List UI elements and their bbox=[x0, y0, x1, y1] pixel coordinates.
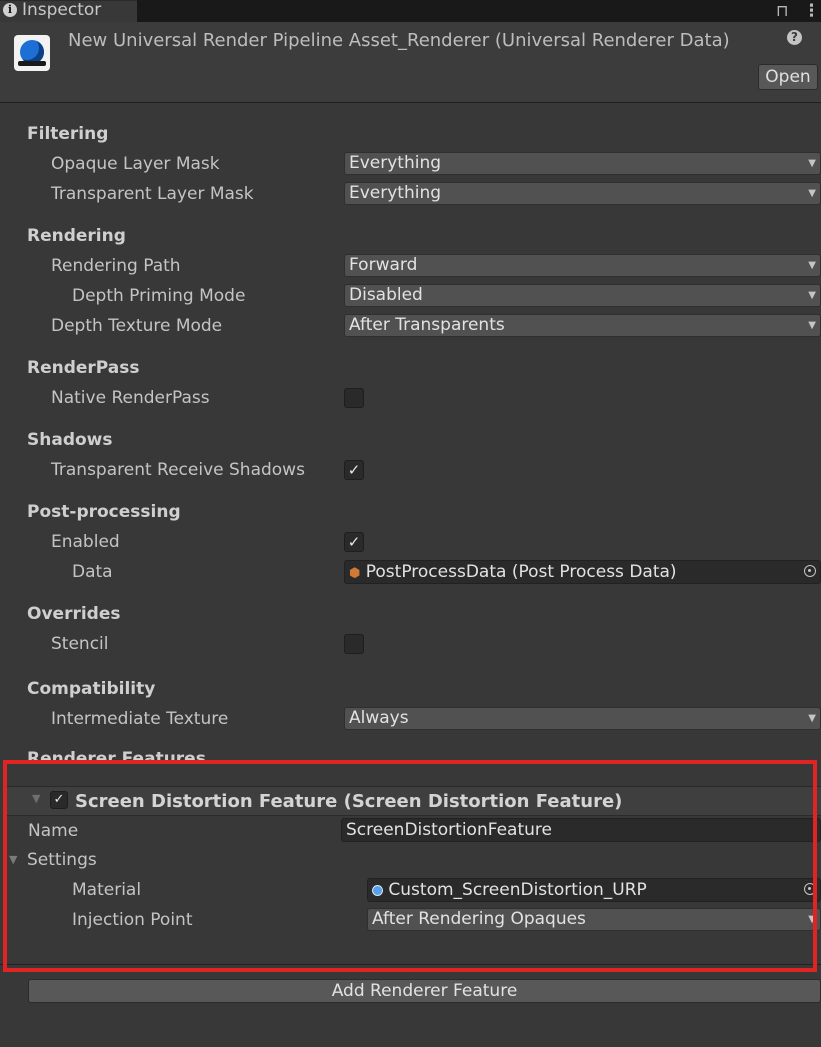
depth-priming-mode-dropdown[interactable]: Disabled ▼ bbox=[344, 284, 821, 307]
native-renderpass-label: Native RenderPass bbox=[51, 388, 210, 408]
depth-texture-mode-value: After Transparents bbox=[349, 315, 505, 335]
rendering-path-label: Rendering Path bbox=[51, 256, 181, 276]
add-renderer-feature-button[interactable]: Add Renderer Feature bbox=[28, 979, 821, 1003]
section-post-processing[interactable]: Post-processing bbox=[27, 502, 181, 522]
injection-point-value: After Rendering Opaques bbox=[372, 909, 586, 929]
render-pipeline-asset-icon bbox=[14, 35, 50, 71]
transparent-layer-mask-label: Transparent Layer Mask bbox=[51, 184, 254, 204]
stencil-label: Stencil bbox=[51, 634, 109, 654]
asset-title: New Universal Render Pipeline Asset_Rend… bbox=[68, 30, 730, 51]
intermediate-texture-dropdown[interactable]: Always ▼ bbox=[344, 707, 821, 730]
depth-priming-mode-label: Depth Priming Mode bbox=[72, 286, 246, 306]
info-icon: i bbox=[3, 3, 17, 17]
injection-point-dropdown[interactable]: After Rendering Opaques ▼ bbox=[367, 908, 821, 931]
section-compatibility[interactable]: Compatibility bbox=[27, 679, 155, 699]
tab-inspector[interactable]: i Inspector bbox=[0, 0, 137, 22]
tab-bar: i Inspector ⊓ ⋮ bbox=[0, 0, 821, 22]
feature-enabled-checkbox[interactable]: ✓ bbox=[50, 791, 68, 809]
stencil-checkbox[interactable] bbox=[344, 634, 364, 654]
dropdown-arrow-icon: ▼ bbox=[808, 158, 816, 169]
injection-point-label: Injection Point bbox=[72, 910, 193, 930]
kebab-menu-icon[interactable]: ⋮ bbox=[803, 1, 820, 21]
material-label: Material bbox=[72, 880, 142, 900]
transparent-layer-mask-dropdown[interactable]: Everything ▼ bbox=[344, 182, 821, 205]
dropdown-arrow-icon: ▼ bbox=[808, 713, 816, 724]
opaque-layer-mask-value: Everything bbox=[349, 153, 442, 173]
native-renderpass-checkbox[interactable] bbox=[344, 388, 364, 408]
tab-label: Inspector bbox=[22, 0, 102, 20]
rendering-path-value: Forward bbox=[349, 255, 418, 275]
depth-texture-mode-label: Depth Texture Mode bbox=[51, 316, 223, 336]
dropdown-arrow-icon: ▼ bbox=[808, 914, 816, 925]
intermediate-texture-label: Intermediate Texture bbox=[51, 709, 229, 729]
material-object-field[interactable]: Custom_ScreenDistortion_URP bbox=[367, 878, 821, 902]
object-picker-icon[interactable] bbox=[804, 883, 816, 895]
opaque-layer-mask-dropdown[interactable]: Everything ▼ bbox=[344, 152, 821, 175]
checkmark-icon: ✓ bbox=[347, 461, 361, 479]
material-icon bbox=[372, 885, 383, 896]
checkmark-icon: ✓ bbox=[53, 792, 65, 807]
post-process-data-icon: ⬢ bbox=[349, 566, 361, 581]
intermediate-texture-value: Always bbox=[349, 708, 409, 728]
transparent-receive-shadows-checkbox[interactable]: ✓ bbox=[344, 460, 364, 480]
feature-menu-icon[interactable]: ⋮ bbox=[806, 790, 821, 810]
foldout-arrow-icon[interactable]: ▼ bbox=[32, 792, 40, 805]
pp-data-label: Data bbox=[72, 562, 113, 582]
rendering-path-dropdown[interactable]: Forward ▼ bbox=[344, 254, 821, 277]
dropdown-arrow-icon: ▼ bbox=[808, 260, 816, 271]
dropdown-arrow-icon: ▼ bbox=[808, 188, 816, 199]
material-value: Custom_ScreenDistortion_URP bbox=[388, 880, 647, 900]
open-button[interactable]: Open bbox=[758, 64, 818, 90]
section-filtering[interactable]: Filtering bbox=[27, 124, 108, 144]
depth-priming-mode-value: Disabled bbox=[349, 285, 423, 305]
pp-data-object-field[interactable]: ⬢ PostProcessData (Post Process Data) bbox=[344, 560, 821, 584]
dropdown-arrow-icon: ▼ bbox=[808, 290, 816, 301]
feature-title: Screen Distortion Feature (Screen Distor… bbox=[75, 791, 623, 812]
foldout-arrow-icon[interactable]: ▼ bbox=[9, 853, 17, 866]
object-picker-icon[interactable] bbox=[804, 565, 816, 577]
lock-icon[interactable]: ⊓ bbox=[776, 1, 788, 20]
section-renderpass[interactable]: RenderPass bbox=[27, 358, 140, 378]
section-shadows[interactable]: Shadows bbox=[27, 430, 113, 450]
header-menu-icon[interactable]: ⋮ bbox=[814, 28, 821, 48]
opaque-layer-mask-label: Opaque Layer Mask bbox=[51, 154, 220, 174]
transparent-layer-mask-value: Everything bbox=[349, 183, 442, 203]
pp-enabled-checkbox[interactable]: ✓ bbox=[344, 532, 364, 552]
pp-enabled-label: Enabled bbox=[51, 532, 120, 552]
dropdown-arrow-icon: ▼ bbox=[808, 320, 816, 331]
section-rendering[interactable]: Rendering bbox=[27, 226, 126, 246]
settings-foldout-label[interactable]: Settings bbox=[27, 850, 97, 870]
section-renderer-features[interactable]: Renderer Features bbox=[27, 749, 206, 763]
help-icon[interactable]: ? bbox=[787, 30, 802, 45]
feature-name-label: Name bbox=[28, 821, 79, 841]
checkmark-icon: ✓ bbox=[347, 533, 361, 551]
transparent-receive-shadows-label: Transparent Receive Shadows bbox=[51, 460, 305, 480]
pp-data-value: PostProcessData (Post Process Data) bbox=[365, 562, 677, 582]
depth-texture-mode-dropdown[interactable]: After Transparents ▼ bbox=[344, 314, 821, 337]
feature-list-separator bbox=[0, 964, 821, 965]
section-overrides[interactable]: Overrides bbox=[27, 604, 120, 624]
feature-name-input[interactable]: ScreenDistortionFeature bbox=[341, 818, 821, 842]
